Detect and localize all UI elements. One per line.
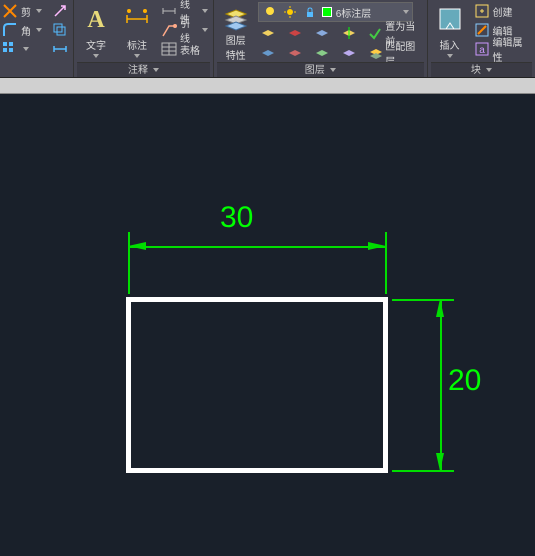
ribbon-group-label: 图层 [217,62,424,77]
linear-icon [161,3,177,19]
ribbon-group-label: 块 [431,62,532,77]
layer-tool-icon-3 [314,25,330,41]
insert-icon [435,4,465,34]
edit-icon [474,22,490,38]
layer-tool-6[interactable] [285,44,305,62]
array-icon [2,41,18,57]
layer-tool-icon-2 [287,25,303,41]
document-tabbar[interactable] [0,78,535,94]
dimension-line-horizontal [128,246,386,248]
explode-button[interactable] [50,2,70,20]
fillet-button[interactable]: 角 [0,21,44,39]
layer-color-swatch [322,7,332,17]
bulb-icon [262,4,278,20]
layer-tool-4[interactable] [339,24,359,42]
rectangle-edge [126,297,388,302]
dimension-arrow [128,242,146,250]
dimension-arrow [436,299,444,317]
extension-line [392,470,454,472]
table-button[interactable]: 表格 [159,40,210,58]
leader-icon [161,22,177,38]
rectangle-edge [126,468,388,473]
ribbon-group-modify: 剪 角 [0,0,74,77]
create-block-button[interactable]: 创建 [472,2,532,20]
svg-text:a: a [479,45,485,56]
text-button[interactable]: A 文字 [77,2,115,60]
ribbon-group-annotation: A 文字 标注 线性 [74,0,214,77]
dimension-arrow [436,453,444,471]
explode-icon [52,3,68,19]
fillet-icon [2,22,18,38]
edit-attrs-icon: a [474,41,490,57]
array-button[interactable] [0,40,44,58]
offset-icon [52,22,68,38]
dimension-value-vertical: 20 [448,364,481,398]
stretch-button[interactable] [50,40,70,58]
ribbon-group-block: 插入 创建 编辑 a 编辑属性 块 [428,0,535,77]
dimension-icon [122,4,152,34]
layer-tool-3[interactable] [312,24,332,42]
layer-tool-5[interactable] [258,44,278,62]
dimension-line-vertical [440,299,442,471]
layer-tool-icon-7 [314,45,330,61]
ribbon-group-label: 注释 [77,62,210,77]
layer-properties-button[interactable]: 图层 特性 [217,2,255,60]
ribbon-group-layers: 图层 特性 6标注层 置为当 [214,0,428,77]
stretch-icon [52,41,68,57]
edit-attrs-button[interactable]: a 编辑属性 [472,40,532,58]
rectangle-edge [383,297,388,473]
rectangle-edge [126,297,131,473]
ribbon-toolbar: 剪 角 [0,0,535,78]
drawing-canvas[interactable]: 30 20 [0,94,535,556]
extension-line [392,299,454,301]
scissors-icon [2,3,18,19]
layer-tool-icon-6 [287,45,303,61]
layer-tool-7[interactable] [312,44,332,62]
match-icon [368,45,383,61]
layer-tool-icon-1 [260,25,276,41]
lock-icon [302,4,318,20]
sun-icon [282,4,298,20]
trim-button[interactable]: 剪 [0,2,44,20]
insert-button[interactable]: 插入 [431,2,469,60]
table-icon [161,41,177,57]
leader-button[interactable]: 引线 [159,21,210,39]
offset-button[interactable] [50,21,70,39]
match-layer-button[interactable]: 匹配图层 [366,44,424,62]
layer-tool-icon-8 [341,45,357,61]
check-icon [368,25,383,41]
layer-tool-icon-4 [341,25,357,41]
text-icon: A [81,4,111,34]
create-icon [474,3,490,19]
dimension-arrow [368,242,386,250]
dimension-button[interactable]: 标注 [118,2,156,60]
layer-properties-icon [221,4,251,32]
svg-text:A: A [87,7,105,33]
layer-tool-1[interactable] [258,24,278,42]
layer-tool-2[interactable] [285,24,305,42]
layer-tool-8[interactable] [339,44,359,62]
layer-tool-icon-5 [260,45,276,61]
dimension-value-horizontal: 30 [220,201,253,235]
